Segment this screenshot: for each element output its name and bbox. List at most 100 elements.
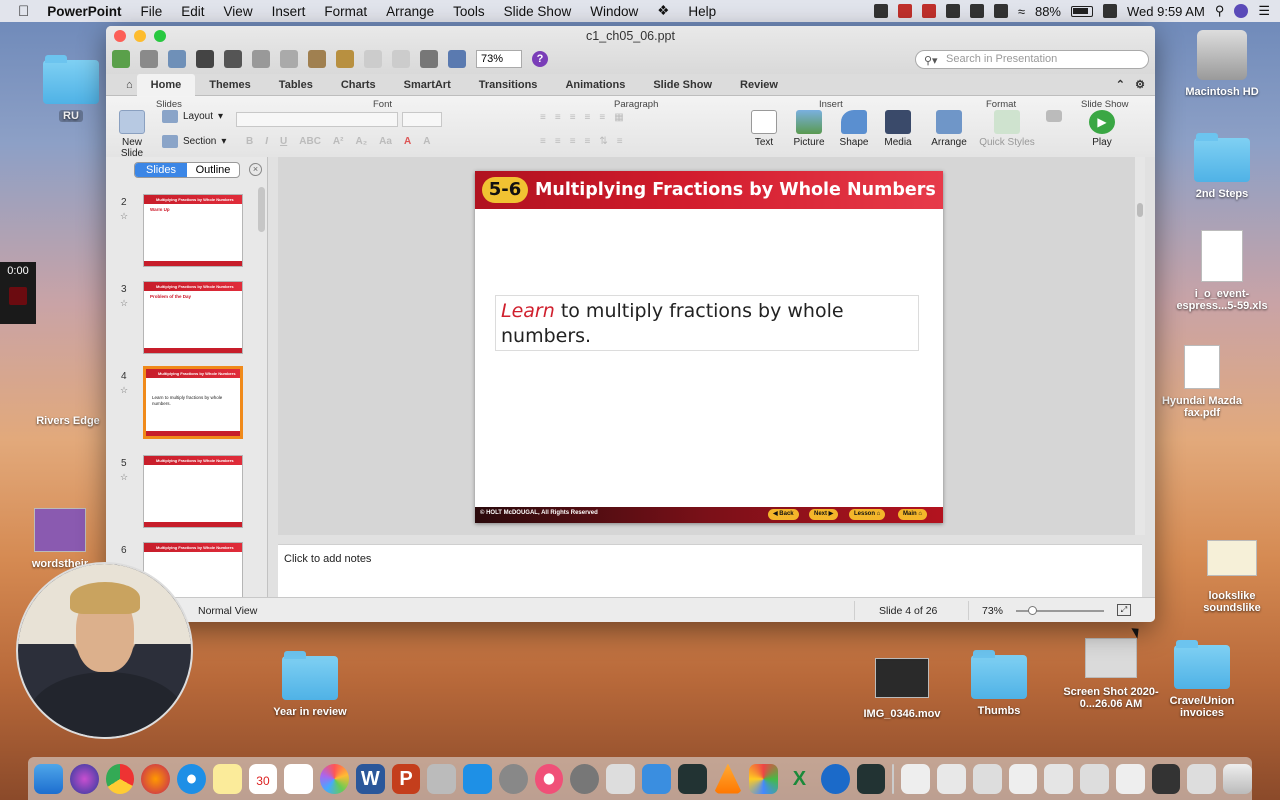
fit-to-window-button[interactable]: ⤢ [1117, 604, 1131, 616]
ribbon-settings-icon[interactable]: ⚙ [1135, 78, 1145, 91]
desktop-file-wordstheir[interactable]: wordstheir [10, 508, 110, 570]
menu-window[interactable]: Window [590, 4, 638, 19]
system-preferences-icon[interactable] [570, 763, 600, 794]
gear-status-icon[interactable] [873, 4, 888, 18]
printer-status-icon[interactable] [969, 4, 984, 18]
apple-menu-icon[interactable]:  [18, 3, 29, 20]
calendar-status-icon[interactable] [1103, 4, 1117, 18]
tab-smartart[interactable]: SmartArt [390, 74, 465, 96]
menu-insert[interactable]: Insert [272, 4, 306, 19]
menu-arrange[interactable]: Arrange [386, 4, 434, 19]
calendar-icon[interactable]: 30 [248, 763, 278, 794]
nav-lesson-button[interactable]: Lesson ⌂ [849, 509, 886, 520]
quicktime-icon[interactable] [820, 763, 850, 794]
disk-utility-icon[interactable] [642, 763, 671, 794]
menu-edit[interactable]: Edit [181, 4, 204, 19]
canvas-scrollbar[interactable] [1135, 157, 1145, 535]
insert-picture-button[interactable]: Picture [789, 110, 829, 148]
photos-icon[interactable] [320, 763, 349, 794]
tab-transitions[interactable]: Transitions [465, 74, 552, 96]
undo-icon[interactable] [364, 50, 382, 68]
text-direction-icon[interactable]: ⇅ [599, 136, 607, 147]
screen-status-icon[interactable] [945, 4, 960, 18]
font-size-field[interactable] [402, 112, 442, 127]
battery-icon[interactable] [1071, 5, 1093, 17]
menu-view[interactable]: View [224, 4, 253, 19]
tab-slide-show[interactable]: Slide Show [639, 74, 726, 96]
pane-scrollbar[interactable] [258, 187, 265, 232]
dropbox-status-icon[interactable] [897, 4, 912, 18]
siri-icon[interactable] [1234, 4, 1249, 18]
battery-percent[interactable]: 88% [1035, 4, 1061, 19]
screenshot-app-icon[interactable] [606, 763, 636, 794]
menu-help[interactable]: Help [688, 4, 716, 19]
recent-window-6-icon[interactable] [1080, 763, 1109, 794]
search-input[interactable]: ⚲▾ Search in Presentation [915, 50, 1149, 69]
desktop-macintosh-hd[interactable]: Macintosh HD [1180, 30, 1264, 98]
collapse-ribbon-icon[interactable]: ⌃ [1116, 78, 1125, 91]
zoom-slider[interactable] [1016, 606, 1104, 615]
superscript-button[interactable]: A² [333, 136, 344, 147]
slide-thumbnail-5[interactable]: Multiplying Fractions by Whole Numbers [143, 455, 243, 528]
justify-icon[interactable]: ≡ [585, 136, 591, 147]
nav-next-button[interactable]: Next ▶ [809, 509, 839, 520]
app-store-icon[interactable] [749, 763, 779, 794]
music-icon[interactable] [534, 763, 564, 794]
tab-animations[interactable]: Animations [551, 74, 639, 96]
gallery-icon[interactable] [448, 50, 466, 68]
safari-icon[interactable] [177, 763, 206, 794]
recent-window-9-icon[interactable] [1187, 763, 1217, 794]
desktop-file-xls[interactable]: i_o_event-espress...5-59.xls [1170, 230, 1274, 312]
preview-icon[interactable] [427, 763, 457, 794]
copy-icon[interactable] [280, 50, 298, 68]
paste-icon[interactable] [308, 50, 326, 68]
bold-button[interactable]: B [246, 136, 253, 147]
menu-clock[interactable]: Wed 9:59 AM [1127, 4, 1205, 19]
desktop-file-screenshot[interactable]: Screen Shot 2020-0...26.06 AM [1056, 638, 1166, 710]
airplay-status-icon[interactable] [993, 4, 1008, 18]
redo-icon[interactable] [392, 50, 410, 68]
tab-slides[interactable]: Slides [135, 163, 187, 177]
desktop-folder-crave-union[interactable]: Crave/Union invoices [1160, 640, 1244, 719]
screen-recorder-widget[interactable]: 0:00 [0, 262, 36, 324]
tab-charts[interactable]: Charts [327, 74, 390, 96]
recent-window-2-icon[interactable] [937, 763, 966, 794]
align-right-icon[interactable]: ≡ [570, 136, 576, 147]
insert-text-button[interactable]: Text [744, 110, 784, 148]
bullets-icon[interactable]: ≡ [540, 112, 546, 123]
tab-home[interactable]: Home [136, 73, 196, 96]
desktop-file-lookslike[interactable]: lookslike soundslike [1190, 540, 1274, 614]
desktop-folder-year-in-review[interactable]: Year in review [268, 651, 352, 718]
recent-window-5-icon[interactable] [1044, 763, 1074, 794]
excel-icon[interactable]: X [785, 764, 814, 794]
slide-thumbnail-3[interactable]: Multiplying Fractions by Whole Numbers P… [143, 281, 243, 354]
menu-format[interactable]: Format [324, 4, 367, 19]
change-case-button[interactable]: Aa [379, 136, 392, 147]
zoom-select[interactable]: 73% [476, 50, 522, 68]
arrange-button[interactable]: Arrange [929, 110, 969, 148]
fill-color-button[interactable] [1044, 110, 1064, 125]
chrome-icon[interactable] [105, 763, 135, 794]
format-painter-icon[interactable] [336, 50, 354, 68]
recent-window-1-icon[interactable] [901, 763, 931, 794]
align-left-icon[interactable]: ≡ [540, 136, 546, 147]
vlc-icon[interactable] [713, 763, 743, 794]
columns-icon[interactable]: ▦ [614, 112, 623, 123]
play-button[interactable]: ▶ Play [1082, 110, 1122, 148]
tab-tables[interactable]: Tables [265, 74, 327, 96]
word-icon[interactable]: W [355, 763, 385, 794]
trash-icon[interactable] [1223, 763, 1252, 794]
menu-tools[interactable]: Tools [453, 4, 485, 19]
numbering-icon[interactable]: ≡ [555, 112, 561, 123]
xcode-icon[interactable] [677, 763, 707, 794]
decrease-indent-icon[interactable]: ≡ [570, 112, 576, 123]
font-color-button[interactable]: A [404, 136, 411, 147]
notes-icon[interactable] [212, 763, 242, 794]
desktop-file-img-0346[interactable]: IMG_0346.mov [856, 658, 948, 720]
stop-record-icon[interactable] [9, 287, 27, 305]
current-slide[interactable]: 5-6 Multiplying Fractions by Whole Numbe… [475, 171, 943, 523]
recent-window-3-icon[interactable] [972, 763, 1002, 794]
close-pane-icon[interactable]: × [249, 163, 262, 176]
nav-main-button[interactable]: Main ⌂ [898, 509, 927, 520]
new-icon[interactable] [112, 50, 130, 68]
